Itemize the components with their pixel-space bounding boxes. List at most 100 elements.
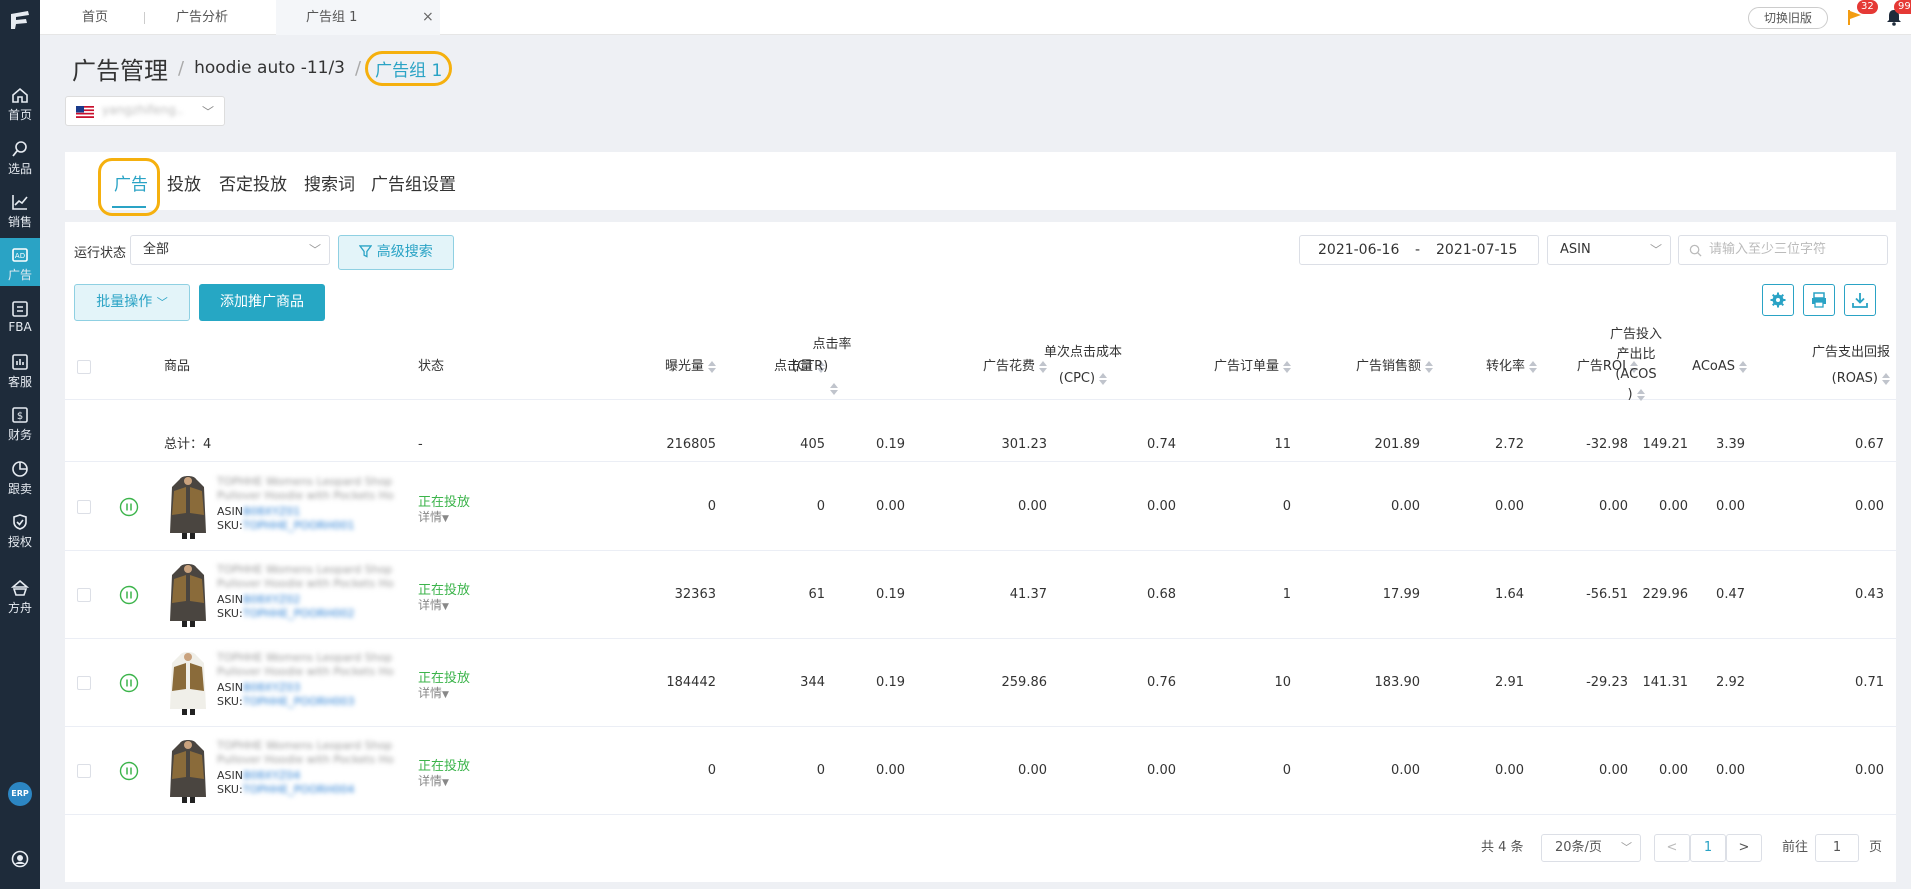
tab-negative-targeting[interactable]: 否定投放 xyxy=(219,170,287,195)
sidebar-item-home[interactable]: 首页 xyxy=(0,78,40,126)
cell-impressions: 0 xyxy=(707,499,716,514)
prev-page-button[interactable]: < xyxy=(1654,834,1690,862)
asin-link[interactable]: B08XYZ03 xyxy=(243,681,300,694)
goto-page-input[interactable]: 1 xyxy=(1815,834,1859,862)
total-impressions: 216805 xyxy=(666,437,716,452)
cell-ctr: 0.19 xyxy=(876,675,905,690)
detail-dropdown[interactable]: 详情▼ xyxy=(418,684,449,701)
pagination-total: 共 4 条 xyxy=(1481,840,1524,855)
sidebar-item-service[interactable]: 客服 xyxy=(0,345,40,393)
detail-dropdown[interactable]: 详情▼ xyxy=(418,772,449,789)
product-title[interactable]: TOPHHE Womens Leopard Shop Pullover Hood… xyxy=(217,563,412,591)
erp-badge[interactable]: ERP xyxy=(8,782,32,806)
sidebar-item-finance[interactable]: $ 财务 xyxy=(0,398,40,446)
switch-old-version-button[interactable]: 切换旧版 xyxy=(1748,7,1828,29)
tab-ad-group[interactable]: 广告组 1 × xyxy=(276,0,440,35)
table-row: TOPHHE Womens Leopard Shop Pullover Hood… xyxy=(65,463,1896,551)
date-range-picker[interactable]: 2021-06-16 - 2021-07-15 xyxy=(1299,235,1539,265)
tab-ad-group-settings[interactable]: 广告组设置 xyxy=(371,170,456,195)
sku-link[interactable]: TOPHHE_POORH003 xyxy=(243,695,355,708)
bulk-actions-label: 批量操作 xyxy=(96,294,153,310)
sidebar-item-fba[interactable]: FBA xyxy=(0,292,40,340)
sidebar-item-auth[interactable]: 授权 xyxy=(0,505,40,553)
add-product-button[interactable]: 添加推广商品 xyxy=(199,284,325,321)
product-thumbnail[interactable] xyxy=(168,737,208,803)
detail-dropdown[interactable]: 详情▼ xyxy=(418,508,449,525)
cell-cpc: 0.76 xyxy=(1147,675,1176,690)
column-header-acos[interactable]: 广告投入 产出比 (ACOS ) xyxy=(1597,325,1675,405)
pause-icon[interactable] xyxy=(119,585,139,605)
pause-icon[interactable] xyxy=(119,761,139,781)
cell-conversion: 0.00 xyxy=(1495,499,1524,514)
sku-link[interactable]: TOPHHE_POORH004 xyxy=(243,783,355,796)
product-thumbnail[interactable] xyxy=(168,561,208,627)
advanced-search-button[interactable]: 高级搜索 xyxy=(338,235,454,270)
bulk-actions-button[interactable]: 批量操作 ﹀ xyxy=(74,284,190,321)
asin-link[interactable]: B08XYZ04 xyxy=(243,769,300,782)
table-row: TOPHHE Womens Leopard Shop Pullover Hood… xyxy=(65,551,1896,639)
sku-link[interactable]: TOPHHE_POORH001 xyxy=(243,519,355,532)
cell-acoas: 0.47 xyxy=(1716,587,1745,602)
column-header-cpc[interactable]: 单次点击成本 (CPC) xyxy=(1028,342,1138,390)
sku-link[interactable]: TOPHHE_POORH002 xyxy=(243,607,355,620)
column-header-roas[interactable]: 广告支出回报 (ROAS) xyxy=(1800,342,1890,390)
page-size-select[interactable]: 20条/页 ﹀ xyxy=(1541,834,1641,862)
breadcrumb-root[interactable]: 广告管理 xyxy=(72,51,168,86)
product-title[interactable]: TOPHHE Womens Leopard Shop Pullover Hood… xyxy=(217,651,412,679)
tab-ads[interactable]: 广告 xyxy=(114,170,148,195)
settings-button[interactable] xyxy=(1762,284,1794,316)
row-checkbox[interactable] xyxy=(77,676,91,690)
column-header-acoas[interactable]: ACoAS xyxy=(1692,356,1747,378)
cell-roas: 0.43 xyxy=(1855,587,1884,602)
close-icon[interactable]: × xyxy=(422,0,434,35)
product-thumbnail[interactable] xyxy=(168,473,208,539)
us-flag-icon xyxy=(76,106,94,118)
row-checkbox[interactable] xyxy=(77,764,91,778)
column-header-ctr[interactable]: 点击率 (CTR) xyxy=(792,334,872,400)
table-total-row: 总计：4 - 216805 405 0.19 301.23 0.74 11 20… xyxy=(65,428,1896,462)
search-input[interactable]: 请输入至少三位字符 xyxy=(1678,235,1888,265)
column-header-sales[interactable]: 广告销售额 xyxy=(1356,356,1433,378)
cell-clicks: 0 xyxy=(816,763,825,778)
download-button[interactable] xyxy=(1844,284,1876,316)
sidebar-item-ads[interactable]: AD 广告 xyxy=(0,238,40,286)
table-row: TOPHHE Womens Leopard Shop Pullover Hood… xyxy=(65,727,1896,815)
caret-down-icon: ▼ xyxy=(442,690,449,700)
pause-icon[interactable] xyxy=(119,673,139,693)
row-checkbox[interactable] xyxy=(77,588,91,602)
product-thumbnail[interactable] xyxy=(168,649,208,715)
product-title[interactable]: TOPHHE Womens Leopard Shop Pullover Hood… xyxy=(217,739,412,767)
asin-link[interactable]: B08XYZ01 xyxy=(243,505,300,518)
column-header-orders[interactable]: 广告订单量 xyxy=(1214,356,1291,378)
asin-link[interactable]: B08XYZ02 xyxy=(243,593,300,606)
sidebar-item-sales[interactable]: 销售 xyxy=(0,185,40,233)
cell-cpc: 0.00 xyxy=(1147,763,1176,778)
chevron-down-icon: ﹀ xyxy=(1649,243,1662,257)
sidebar-item-label: 客服 xyxy=(7,375,32,389)
sidebar-item-follow[interactable]: 跟卖 xyxy=(0,452,40,500)
status-filter-select[interactable]: 全部 ﹀ xyxy=(130,235,330,265)
total-clicks: 405 xyxy=(800,437,825,452)
store-selector[interactable]: yangzhifeng.. ﹀ xyxy=(65,96,225,126)
search-icon xyxy=(12,141,27,157)
sidebar-item-selection[interactable]: 选品 xyxy=(0,132,40,180)
sidebar-item-ark[interactable]: 方舟 xyxy=(0,571,40,619)
support-icon[interactable] xyxy=(11,850,29,868)
select-all-checkbox[interactable] xyxy=(77,360,91,374)
app-logo-icon[interactable] xyxy=(8,8,32,32)
tab-home[interactable]: 首页 xyxy=(82,0,142,35)
column-header-conversion[interactable]: 转化率 xyxy=(1486,356,1537,378)
column-header-impressions[interactable]: 曝光量 xyxy=(665,356,716,378)
tab-search-terms[interactable]: 搜索词 xyxy=(304,170,355,195)
search-type-select[interactable]: ASIN ﹀ xyxy=(1547,235,1671,265)
tab-targeting[interactable]: 投放 xyxy=(167,170,201,195)
product-title[interactable]: TOPHHE Womens Leopard Shop Pullover Hood… xyxy=(217,475,412,503)
breadcrumb-campaign[interactable]: hoodie auto -11/3 xyxy=(194,58,345,78)
next-page-button[interactable]: > xyxy=(1726,834,1762,862)
pause-icon[interactable] xyxy=(119,497,139,517)
row-checkbox[interactable] xyxy=(77,500,91,514)
print-button[interactable] xyxy=(1803,284,1835,316)
detail-dropdown[interactable]: 详情▼ xyxy=(418,596,449,613)
page-number-current[interactable]: 1 xyxy=(1690,834,1726,862)
cell-conversion: 0.00 xyxy=(1495,763,1524,778)
